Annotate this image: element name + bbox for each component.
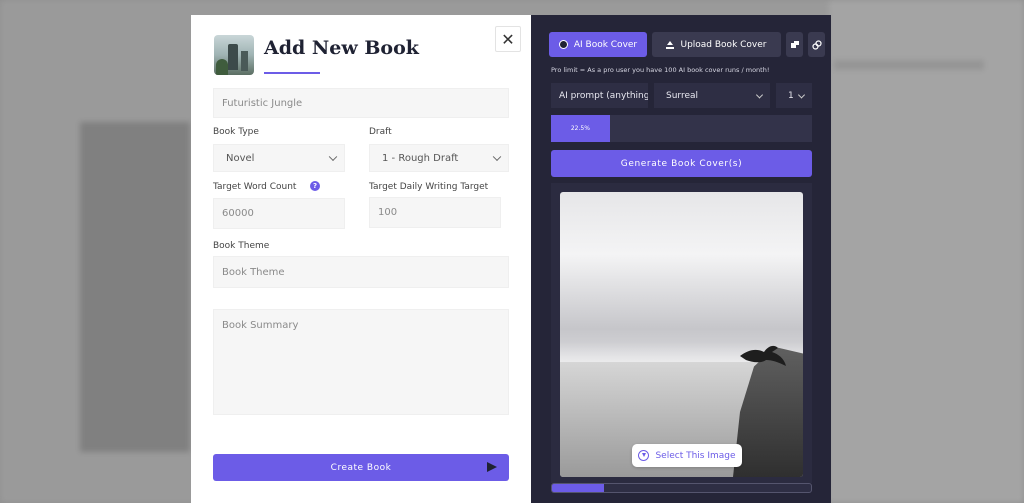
chevron-down-icon xyxy=(755,90,764,99)
generate-cover-button[interactable]: Generate Book Cover(s) xyxy=(551,150,812,177)
generation-progress-bar: 22.5% xyxy=(551,115,812,142)
chevron-down-icon xyxy=(492,152,502,162)
book-cover-panel: AI Book Cover Upload Book Cover Pro limi… xyxy=(531,15,831,503)
dragon-silhouette xyxy=(740,345,786,366)
book-type-label: Book Type xyxy=(213,127,259,137)
daily-target-label: Target Daily Writing Target xyxy=(369,182,489,192)
draft-label: Draft xyxy=(369,127,392,137)
help-icon[interactable]: ? xyxy=(310,181,320,191)
palette-icon xyxy=(558,40,568,49)
tab-upload-book-cover[interactable]: Upload Book Cover xyxy=(652,32,781,57)
upload-icon xyxy=(666,40,675,49)
book-details-panel: Add New Book ✕ Futuristic Jungle Book Ty… xyxy=(191,15,531,503)
close-button[interactable]: ✕ xyxy=(495,26,521,52)
bottom-progress-bar xyxy=(551,483,812,493)
generated-cover-image[interactable]: Select This Image xyxy=(560,192,803,477)
chevron-down-icon xyxy=(328,152,338,162)
book-summary-textarea[interactable]: Book Summary xyxy=(213,309,509,415)
puzzle-icon xyxy=(790,40,799,48)
create-book-button[interactable]: Create Book xyxy=(213,454,509,481)
chevron-down-icon xyxy=(797,90,806,99)
tab-ai-book-cover[interactable]: AI Book Cover xyxy=(549,32,647,57)
ai-prompt-input[interactable]: AI prompt (anything xyxy=(551,83,648,108)
book-title-input[interactable]: Futuristic Jungle xyxy=(213,88,509,118)
background-card xyxy=(80,122,190,452)
background-line xyxy=(834,60,984,70)
style-select[interactable]: Surreal xyxy=(654,83,770,108)
daily-target-input[interactable]: 100 xyxy=(369,197,501,228)
select-image-button[interactable]: Select This Image xyxy=(632,444,742,467)
book-theme-input[interactable]: Book Theme xyxy=(213,256,509,288)
title-underline xyxy=(264,72,320,74)
draft-select[interactable]: 1 - Rough Draft xyxy=(369,144,509,172)
target-word-count-input[interactable]: 60000 xyxy=(213,198,345,229)
download-circle-icon xyxy=(638,450,650,461)
target-word-count-label: Target Word Count xyxy=(213,182,297,192)
link-icon xyxy=(811,39,822,50)
count-select[interactable]: 1 xyxy=(776,83,812,108)
pro-limit-note: Pro limit = As a pro user you have 100 A… xyxy=(551,66,770,74)
background-right-area xyxy=(829,0,1024,503)
modal-title: Add New Book xyxy=(264,37,419,59)
generated-image-container: Select This Image xyxy=(551,183,812,483)
book-cover-thumbnail xyxy=(214,35,254,75)
book-type-select[interactable]: Novel xyxy=(213,144,345,172)
book-theme-label: Book Theme xyxy=(213,241,270,251)
link-button[interactable] xyxy=(808,32,825,57)
puzzle-button[interactable] xyxy=(786,32,803,57)
send-icon xyxy=(487,462,497,472)
progress-fill: 22.5% xyxy=(551,115,610,142)
add-book-modal: Add New Book ✕ Futuristic Jungle Book Ty… xyxy=(191,15,831,503)
bottom-progress-fill xyxy=(552,484,604,492)
